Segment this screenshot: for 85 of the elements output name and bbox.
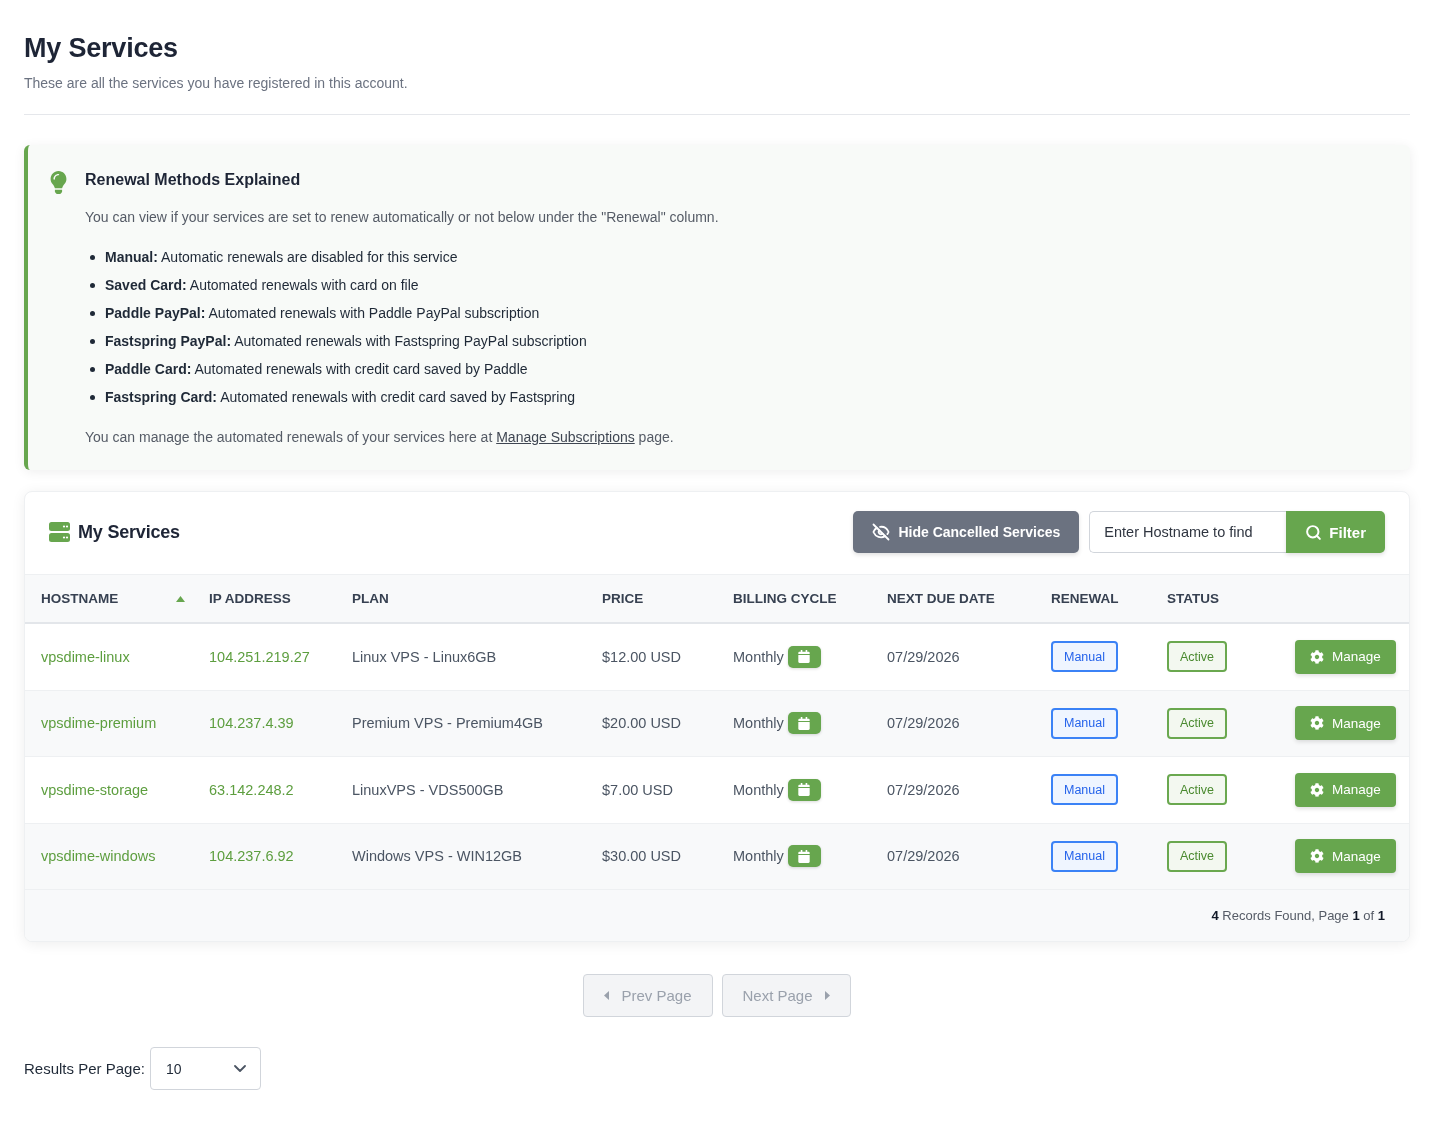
eye-slash-icon	[872, 523, 891, 541]
search-icon	[1305, 523, 1323, 541]
renewal-method-text: Paddle Card: Automated renewals with credit card saved by Paddle	[105, 360, 528, 379]
calendar-icon[interactable]	[787, 645, 821, 668]
gear-icon	[1310, 849, 1324, 864]
billing-cycle-cell: Monthly	[733, 848, 784, 865]
status-badge: Active	[1167, 641, 1228, 673]
due-date-cell: 07/29/2026	[887, 848, 960, 865]
renewal-method-text: Paddle PayPal: Automated renewals with Paddle PayPal subscription	[105, 304, 540, 323]
price-cell: $12.00 USD	[602, 648, 681, 665]
notice-intro: You can view if your services are set to renew automatically or not below under the "Renewal" column.	[85, 208, 719, 227]
gear-icon	[1310, 649, 1324, 664]
records-summary: 4 Records Found, Page 1 of 1	[1211, 908, 1385, 923]
hostname-link[interactable]: vpsdime-storage	[41, 781, 149, 798]
calendar-icon[interactable]	[787, 778, 821, 801]
ip-address-link[interactable]: 63.142.248.2	[209, 781, 294, 798]
calendar-icon[interactable]	[787, 712, 821, 735]
hide-cancelled-button[interactable]: Hide Cancelled Services	[853, 511, 1080, 553]
renewal-badge: Manual	[1051, 641, 1118, 673]
sort-ascending-icon[interactable]	[176, 595, 185, 602]
price-cell: $30.00 USD	[602, 848, 681, 865]
column-header[interactable]: STATUS	[1167, 591, 1219, 606]
panel-title: My Services	[78, 521, 180, 544]
bullet-icon	[90, 338, 95, 344]
hostname-link[interactable]: vpsdime-premium	[41, 715, 157, 732]
manage-button[interactable]: Manage	[1295, 706, 1396, 741]
renewal-badge: Manual	[1051, 707, 1118, 739]
search-field[interactable]: Enter Hostname to find	[1089, 511, 1287, 553]
bullet-icon	[90, 310, 95, 316]
column-header[interactable]: RENEWAL	[1051, 591, 1119, 606]
server-icon	[49, 522, 70, 542]
status-badge: Active	[1167, 774, 1228, 806]
caret-right-icon	[824, 991, 830, 1000]
results-per-page-label: Results Per Page:	[24, 1060, 145, 1077]
bullet-icon	[90, 394, 95, 400]
gear-icon	[1310, 782, 1324, 797]
status-badge: Active	[1167, 707, 1228, 739]
hostname-link[interactable]: vpsdime-windows	[41, 848, 156, 865]
plan-cell: LinuxVPS - VDS500GB	[352, 781, 504, 798]
plan-cell: Linux VPS - Linux6GB	[352, 648, 497, 665]
ip-address-link[interactable]: 104.237.6.92	[209, 848, 294, 865]
lightbulb-icon	[50, 171, 67, 194]
column-header[interactable]: BILLING CYCLE	[733, 591, 837, 606]
renewal-method-text: Fastspring Card: Automated renewals with credit card saved by Fastspring	[105, 388, 575, 407]
manage-button[interactable]: Manage	[1295, 639, 1396, 674]
column-header[interactable]: HOSTNAME	[41, 591, 119, 606]
column-header[interactable]: PRICE	[602, 591, 644, 606]
plan-cell: Windows VPS - WIN12GB	[352, 848, 522, 865]
due-date-cell: 07/29/2026	[887, 781, 960, 798]
column-header[interactable]: IP ADDRESS	[209, 591, 291, 606]
price-cell: $20.00 USD	[602, 715, 681, 732]
status-badge: Active	[1167, 840, 1228, 872]
column-header[interactable]: PLAN	[352, 591, 389, 606]
page-subtitle: These are all the services you have registered in this account.	[24, 74, 409, 93]
manage-button[interactable]: Manage	[1295, 839, 1396, 874]
renewal-method-text: Manual: Automatic renewals are disabled for this service	[105, 248, 458, 267]
renewal-method-text: Fastspring PayPal: Automated renewals with Fastspring PayPal subscription	[105, 332, 587, 351]
hostname-link[interactable]: vpsdime-linux	[41, 648, 130, 665]
ip-address-link[interactable]: 104.251.219.27	[209, 648, 310, 665]
billing-cycle-cell: Monthly	[733, 715, 784, 732]
manage-button[interactable]: Manage	[1295, 772, 1396, 807]
plan-cell: Premium VPS - Premium4GB	[352, 715, 543, 732]
per-page-select[interactable]: 10	[149, 1047, 261, 1090]
renewal-method-text: Saved Card: Automated renewals with card on file	[105, 276, 419, 295]
renewal-badge: Manual	[1051, 774, 1118, 806]
bullet-icon	[90, 282, 95, 288]
bullet-icon	[90, 366, 95, 372]
chevron-down-icon	[233, 1065, 246, 1072]
notice-title: Renewal Methods Explained	[85, 170, 302, 190]
gear-icon	[1310, 716, 1324, 731]
manage-note: You can manage the automated renewals of your services here at Manage Subscriptions page.	[85, 428, 675, 447]
bullet-icon	[90, 254, 95, 260]
billing-cycle-cell: Monthly	[733, 781, 784, 798]
filter-button[interactable]: Filter	[1286, 511, 1385, 553]
page-title: My Services	[24, 32, 179, 65]
due-date-cell: 07/29/2026	[887, 648, 960, 665]
due-date-cell: 07/29/2026	[887, 715, 960, 732]
column-header[interactable]: NEXT DUE DATE	[887, 591, 995, 606]
caret-left-icon	[604, 991, 610, 1000]
manage-subscriptions-link[interactable]: Manage Subscriptions	[496, 429, 635, 445]
renewal-badge: Manual	[1051, 840, 1118, 872]
billing-cycle-cell: Monthly	[733, 648, 784, 665]
price-cell: $7.00 USD	[602, 781, 673, 798]
calendar-icon[interactable]	[787, 845, 821, 868]
ip-address-link[interactable]: 104.237.4.39	[209, 715, 294, 732]
